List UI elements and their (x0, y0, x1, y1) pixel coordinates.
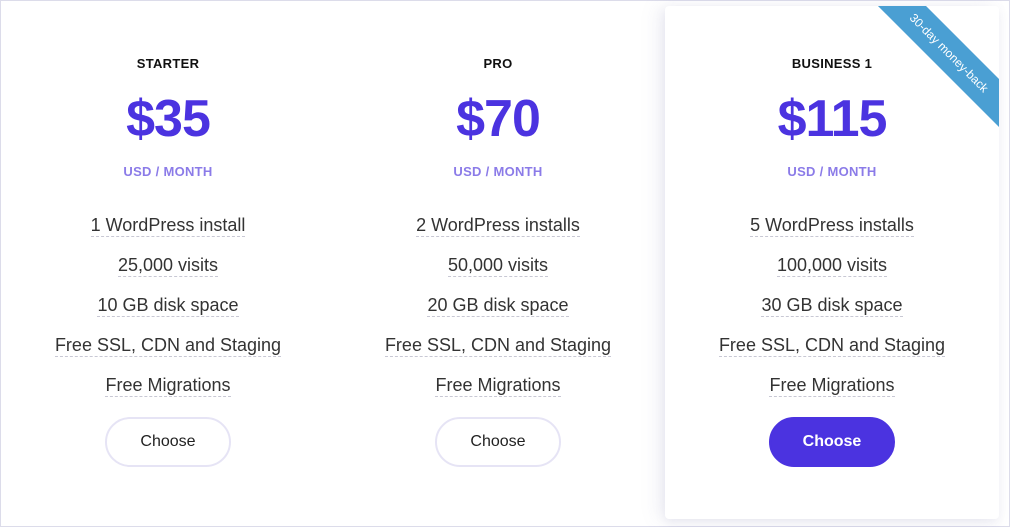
feature-item: 30 GB disk space (761, 295, 903, 317)
feature-item: 2 WordPress installs (416, 215, 580, 237)
feature-item: 5 WordPress installs (750, 215, 914, 237)
plan-name: PRO (483, 56, 513, 71)
plan-name: BUSINESS 1 (791, 56, 873, 71)
feature-item: Free SSL, CDN and Staging (718, 335, 946, 357)
plan-card-pro: PRO $70 USD / MONTH 2 WordPress installs… (331, 1, 665, 516)
feature-item: Free SSL, CDN and Staging (384, 335, 612, 357)
plan-period: USD / MONTH (453, 164, 543, 179)
feature-item: Free Migrations (105, 375, 231, 397)
choose-starter-button[interactable]: Choose (105, 417, 231, 467)
feature-item: 25,000 visits (117, 255, 219, 277)
feature-item: Free Migrations (769, 375, 895, 397)
plan-card-business-1: 30-day money-back BUSINESS 1 $115 USD / … (665, 6, 999, 519)
feature-item: Free SSL, CDN and Staging (54, 335, 282, 357)
plan-name: STARTER (136, 56, 200, 71)
feature-item: Free Migrations (435, 375, 561, 397)
choose-pro-button[interactable]: Choose (435, 417, 561, 467)
feature-item: 100,000 visits (776, 255, 888, 277)
feature-list: 5 WordPress installs 100,000 visits 30 G… (665, 213, 999, 413)
plan-price: $70 (456, 90, 541, 148)
plan-card-starter: STARTER $35 USD / MONTH 1 WordPress inst… (1, 1, 335, 516)
feature-list: 2 WordPress installs 50,000 visits 20 GB… (331, 213, 665, 413)
feature-item: 1 WordPress install (90, 215, 246, 237)
plan-period: USD / MONTH (787, 164, 877, 179)
plan-period: USD / MONTH (123, 164, 213, 179)
choose-business-1-button[interactable]: Choose (769, 417, 895, 467)
feature-list: 1 WordPress install 25,000 visits 10 GB … (1, 213, 335, 413)
plan-price: $35 (126, 90, 211, 148)
feature-item: 20 GB disk space (427, 295, 569, 317)
feature-item: 50,000 visits (447, 255, 549, 277)
pricing-table: STARTER $35 USD / MONTH 1 WordPress inst… (0, 0, 1010, 527)
plan-price: $115 (777, 90, 888, 148)
feature-item: 10 GB disk space (97, 295, 239, 317)
